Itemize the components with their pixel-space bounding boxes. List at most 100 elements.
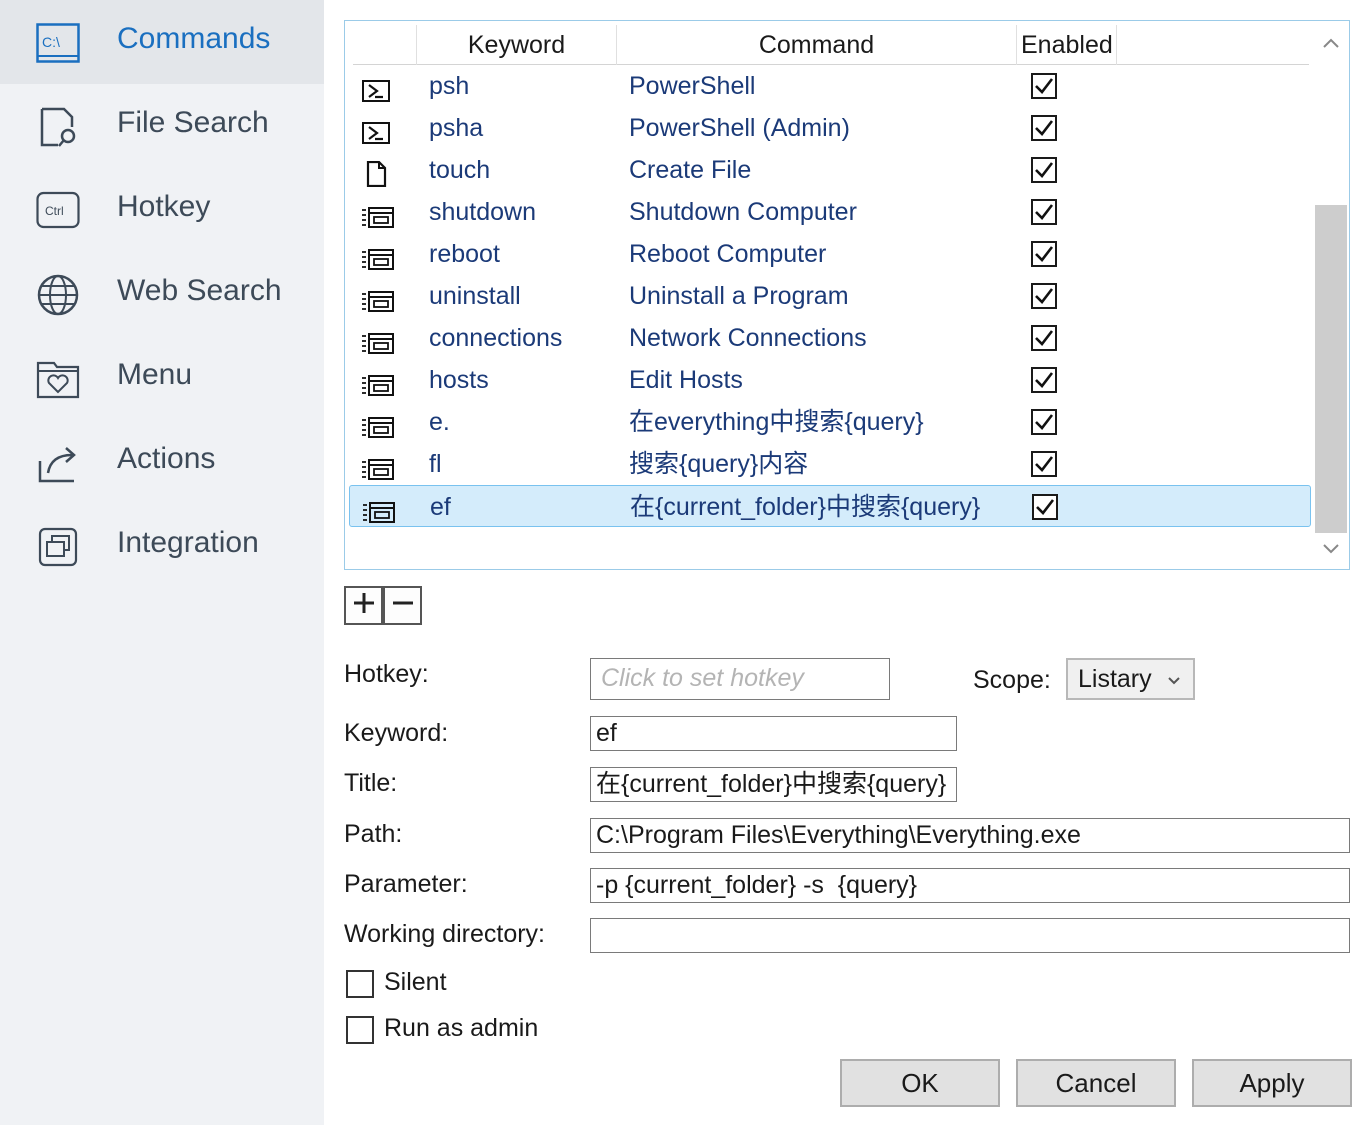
row-enabled-checkbox[interactable]	[1031, 409, 1057, 435]
row-enabled-checkbox[interactable]	[1032, 494, 1058, 520]
table-row[interactable]: touch Create File	[349, 149, 1311, 191]
heart-folder-icon	[36, 357, 80, 401]
row-command: Reboot Computer	[629, 240, 827, 268]
table-row[interactable]: fl 搜索{query}内容	[349, 443, 1311, 485]
chevron-down-icon	[1167, 661, 1181, 699]
row-command: Shutdown Computer	[629, 198, 857, 226]
cancel-button[interactable]: Cancel	[1016, 1059, 1176, 1107]
vertical-scrollbar[interactable]	[1311, 21, 1349, 569]
silent-checkbox[interactable]	[346, 970, 374, 998]
keyword-field[interactable]: ef	[590, 716, 957, 751]
add-command-button[interactable]	[344, 586, 383, 625]
keyword-label: Keyword:	[344, 719, 449, 747]
command-icon	[362, 495, 396, 523]
command-icon	[361, 242, 395, 270]
sidebar-item-hotkey[interactable]: Ctrl Hotkey	[0, 168, 324, 252]
checkmark-icon	[1035, 120, 1054, 136]
checkmark-icon	[1035, 288, 1054, 304]
table-row[interactable]: ef 在{current_folder}中搜索{query}	[349, 485, 1311, 527]
checkmark-icon	[1035, 78, 1054, 94]
parameter-field[interactable]: -p {current_folder} -s {query}	[590, 868, 1350, 903]
sidebar-item-actions[interactable]: Actions	[0, 420, 324, 504]
ctrl-icon-text: Ctrl	[45, 204, 64, 218]
row-keyword: uninstall	[429, 282, 521, 310]
scrollbar-thumb[interactable]	[1315, 205, 1347, 533]
row-enabled-checkbox[interactable]	[1031, 115, 1057, 141]
scope-value: Listary	[1078, 665, 1152, 693]
row-keyword: psh	[429, 72, 470, 100]
cmd-icon-text: C:\	[42, 34, 60, 50]
row-enabled-checkbox[interactable]	[1031, 241, 1057, 267]
row-command: Edit Hosts	[629, 366, 743, 394]
sidebar-item-commands[interactable]: C:\ Commands	[0, 0, 324, 84]
sidebar-item-label: File Search	[117, 106, 269, 139]
sidebar-item-label: Menu	[117, 358, 193, 391]
row-enabled-checkbox[interactable]	[1031, 325, 1057, 351]
checkmark-icon	[1036, 499, 1055, 515]
plus-icon	[352, 591, 376, 620]
table-row[interactable]: psh PowerShell	[349, 65, 1311, 107]
scroll-up-icon[interactable]	[1319, 31, 1343, 55]
row-enabled-checkbox[interactable]	[1031, 73, 1057, 99]
enabled-column-header[interactable]: Enabled	[1017, 25, 1117, 65]
table-row[interactable]: reboot Reboot Computer	[349, 233, 1311, 275]
working-directory-field[interactable]	[590, 918, 1350, 953]
checkmark-icon	[1035, 162, 1054, 178]
row-command: PowerShell (Admin)	[629, 114, 850, 142]
row-enabled-checkbox[interactable]	[1031, 283, 1057, 309]
run-as-admin-checkbox[interactable]	[346, 1016, 374, 1044]
sidebar-item-menu[interactable]: Menu	[0, 336, 324, 420]
row-keyword: ef	[430, 493, 451, 521]
row-keyword: fl	[429, 450, 442, 478]
sidebar-item-integration[interactable]: Integration	[0, 504, 324, 588]
keyword-column-header[interactable]: Keyword	[417, 25, 617, 65]
run-as-admin-label: Run as admin	[384, 1014, 539, 1042]
checkmark-icon	[1035, 330, 1054, 346]
sidebar-item-label: Hotkey	[117, 190, 211, 223]
ok-button[interactable]: OK	[840, 1059, 1000, 1107]
sidebar-item-label: Commands	[117, 22, 271, 55]
row-enabled-checkbox[interactable]	[1031, 157, 1057, 183]
remove-command-button[interactable]	[383, 586, 422, 625]
window-stack-icon	[36, 525, 80, 569]
table-row[interactable]: connections Network Connections	[349, 317, 1311, 359]
path-field[interactable]: C:\Program Files\Everything\Everything.e…	[590, 818, 1350, 853]
globe-icon	[36, 273, 80, 317]
sidebar-item-web-search[interactable]: Web Search	[0, 252, 324, 336]
row-keyword: touch	[429, 156, 491, 184]
row-enabled-checkbox[interactable]	[1031, 199, 1057, 225]
row-enabled-checkbox[interactable]	[1031, 451, 1057, 477]
row-enabled-checkbox[interactable]	[1031, 367, 1057, 393]
ctrl-key-icon: Ctrl	[36, 189, 80, 233]
hotkey-field[interactable]: Click to set hotkey	[590, 658, 890, 700]
row-keyword: e.	[429, 408, 450, 436]
row-keyword: connections	[429, 324, 563, 352]
sidebar-item-label: Integration	[117, 526, 259, 559]
row-command: Network Connections	[629, 324, 867, 352]
command-icon	[361, 368, 395, 396]
table-row[interactable]: hosts Edit Hosts	[349, 359, 1311, 401]
powershell-icon	[361, 74, 395, 102]
scope-select[interactable]: Listary	[1066, 658, 1195, 700]
sidebar-item-file-search[interactable]: File Search	[0, 84, 324, 168]
share-arrow-icon	[36, 441, 80, 485]
table-row[interactable]: shutdown Shutdown Computer	[349, 191, 1311, 233]
row-keyword: hosts	[429, 366, 489, 394]
checkmark-icon	[1035, 456, 1054, 472]
file-search-icon	[36, 105, 80, 149]
command-icon	[361, 200, 395, 228]
command-column-header[interactable]: Command	[617, 25, 1017, 65]
row-command: 在{current_folder}中搜索{query}	[630, 493, 981, 521]
table-row[interactable]: uninstall Uninstall a Program	[349, 275, 1311, 317]
apply-button[interactable]: Apply	[1192, 1059, 1352, 1107]
scroll-down-icon[interactable]	[1319, 537, 1343, 561]
table-row[interactable]: psha PowerShell (Admin)	[349, 107, 1311, 149]
title-field[interactable]: 在{current_folder}中搜索{query}	[590, 767, 957, 802]
commands-table[interactable]: Keyword Command Enabled psh PowerShell psh…	[344, 20, 1350, 570]
powershell-icon	[361, 116, 395, 144]
path-label: Path:	[344, 820, 403, 848]
command-prompt-icon: C:\	[36, 21, 80, 65]
scope-label: Scope:	[973, 666, 1051, 694]
table-row[interactable]: e. 在everything中搜索{query}	[349, 401, 1311, 443]
checkmark-icon	[1035, 414, 1054, 430]
